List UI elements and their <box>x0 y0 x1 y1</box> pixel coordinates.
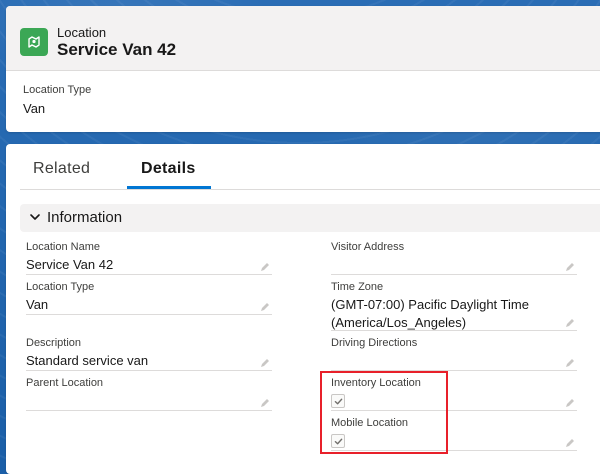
field-visitor-address: Visitor Address <box>331 240 577 275</box>
field-label: Mobile Location <box>331 417 409 429</box>
field-location-name: Location Name Service Van 42 <box>26 240 272 275</box>
section-title: Information <box>47 209 123 226</box>
active-tab-indicator <box>127 186 211 189</box>
field-value: Van <box>26 297 49 312</box>
section-header-information[interactable]: Information <box>20 204 600 232</box>
field-divider <box>331 330 577 331</box>
mobile-location-checkbox[interactable] <box>331 434 345 448</box>
tab-bar: Related Details <box>20 144 600 190</box>
edit-pencil-icon[interactable] <box>565 358 575 368</box>
edit-pencil-icon[interactable] <box>260 302 270 312</box>
location-icon <box>20 28 48 56</box>
field-divider <box>26 370 272 371</box>
highlight-field-value: Van <box>23 101 46 116</box>
object-type-label: Location <box>57 25 107 40</box>
edit-pencil-icon[interactable] <box>565 318 575 328</box>
field-location-type: Location Type Van <box>26 280 272 315</box>
field-inventory-location: Inventory Location <box>331 376 577 411</box>
field-value: Standard service van <box>26 353 149 368</box>
field-divider <box>331 274 577 275</box>
field-label: Location Name <box>26 241 100 253</box>
check-icon <box>334 398 342 404</box>
tab-details[interactable]: Details <box>141 160 196 178</box>
edit-pencil-icon[interactable] <box>565 398 575 408</box>
chevron-down-icon <box>30 214 40 220</box>
edit-pencil-icon[interactable] <box>565 262 575 272</box>
field-divider <box>331 410 577 411</box>
field-label: Driving Directions <box>331 337 418 349</box>
highlight-field-label: Location Type <box>23 84 92 96</box>
inventory-location-checkbox[interactable] <box>331 394 345 408</box>
field-divider <box>26 314 272 315</box>
field-value-line-1: (GMT-07:00) Pacific Daylight Time <box>331 297 529 312</box>
record-title: Service Van 42 <box>57 40 177 59</box>
field-label: Description <box>26 337 82 349</box>
check-icon <box>334 438 342 444</box>
edit-pencil-icon[interactable] <box>260 358 270 368</box>
edit-pencil-icon[interactable] <box>260 398 270 408</box>
field-time-zone: Time Zone (GMT-07:00) Pacific Daylight T… <box>331 280 577 331</box>
field-description: Description Standard service van <box>26 336 272 371</box>
field-divider <box>331 370 577 371</box>
edit-pencil-icon[interactable] <box>260 262 270 272</box>
field-label: Time Zone <box>331 281 384 293</box>
record-header: Location Service Van 42 Location Type Va… <box>6 6 600 132</box>
field-parent-location: Parent Location <box>26 376 272 411</box>
field-mobile-location: Mobile Location <box>331 416 577 451</box>
field-divider <box>26 410 272 411</box>
field-divider <box>331 450 577 451</box>
edit-pencil-icon[interactable] <box>565 438 575 448</box>
field-divider <box>26 274 272 275</box>
field-value: Service Van 42 <box>26 257 114 272</box>
field-label: Visitor Address <box>331 241 405 253</box>
field-label: Parent Location <box>26 377 104 389</box>
record-header-top: Location Service Van 42 <box>6 6 600 71</box>
field-label: Inventory Location <box>331 377 421 389</box>
tab-related[interactable]: Related <box>33 160 90 178</box>
field-driving-directions: Driving Directions <box>331 336 577 371</box>
field-label: Location Type <box>26 281 95 293</box>
